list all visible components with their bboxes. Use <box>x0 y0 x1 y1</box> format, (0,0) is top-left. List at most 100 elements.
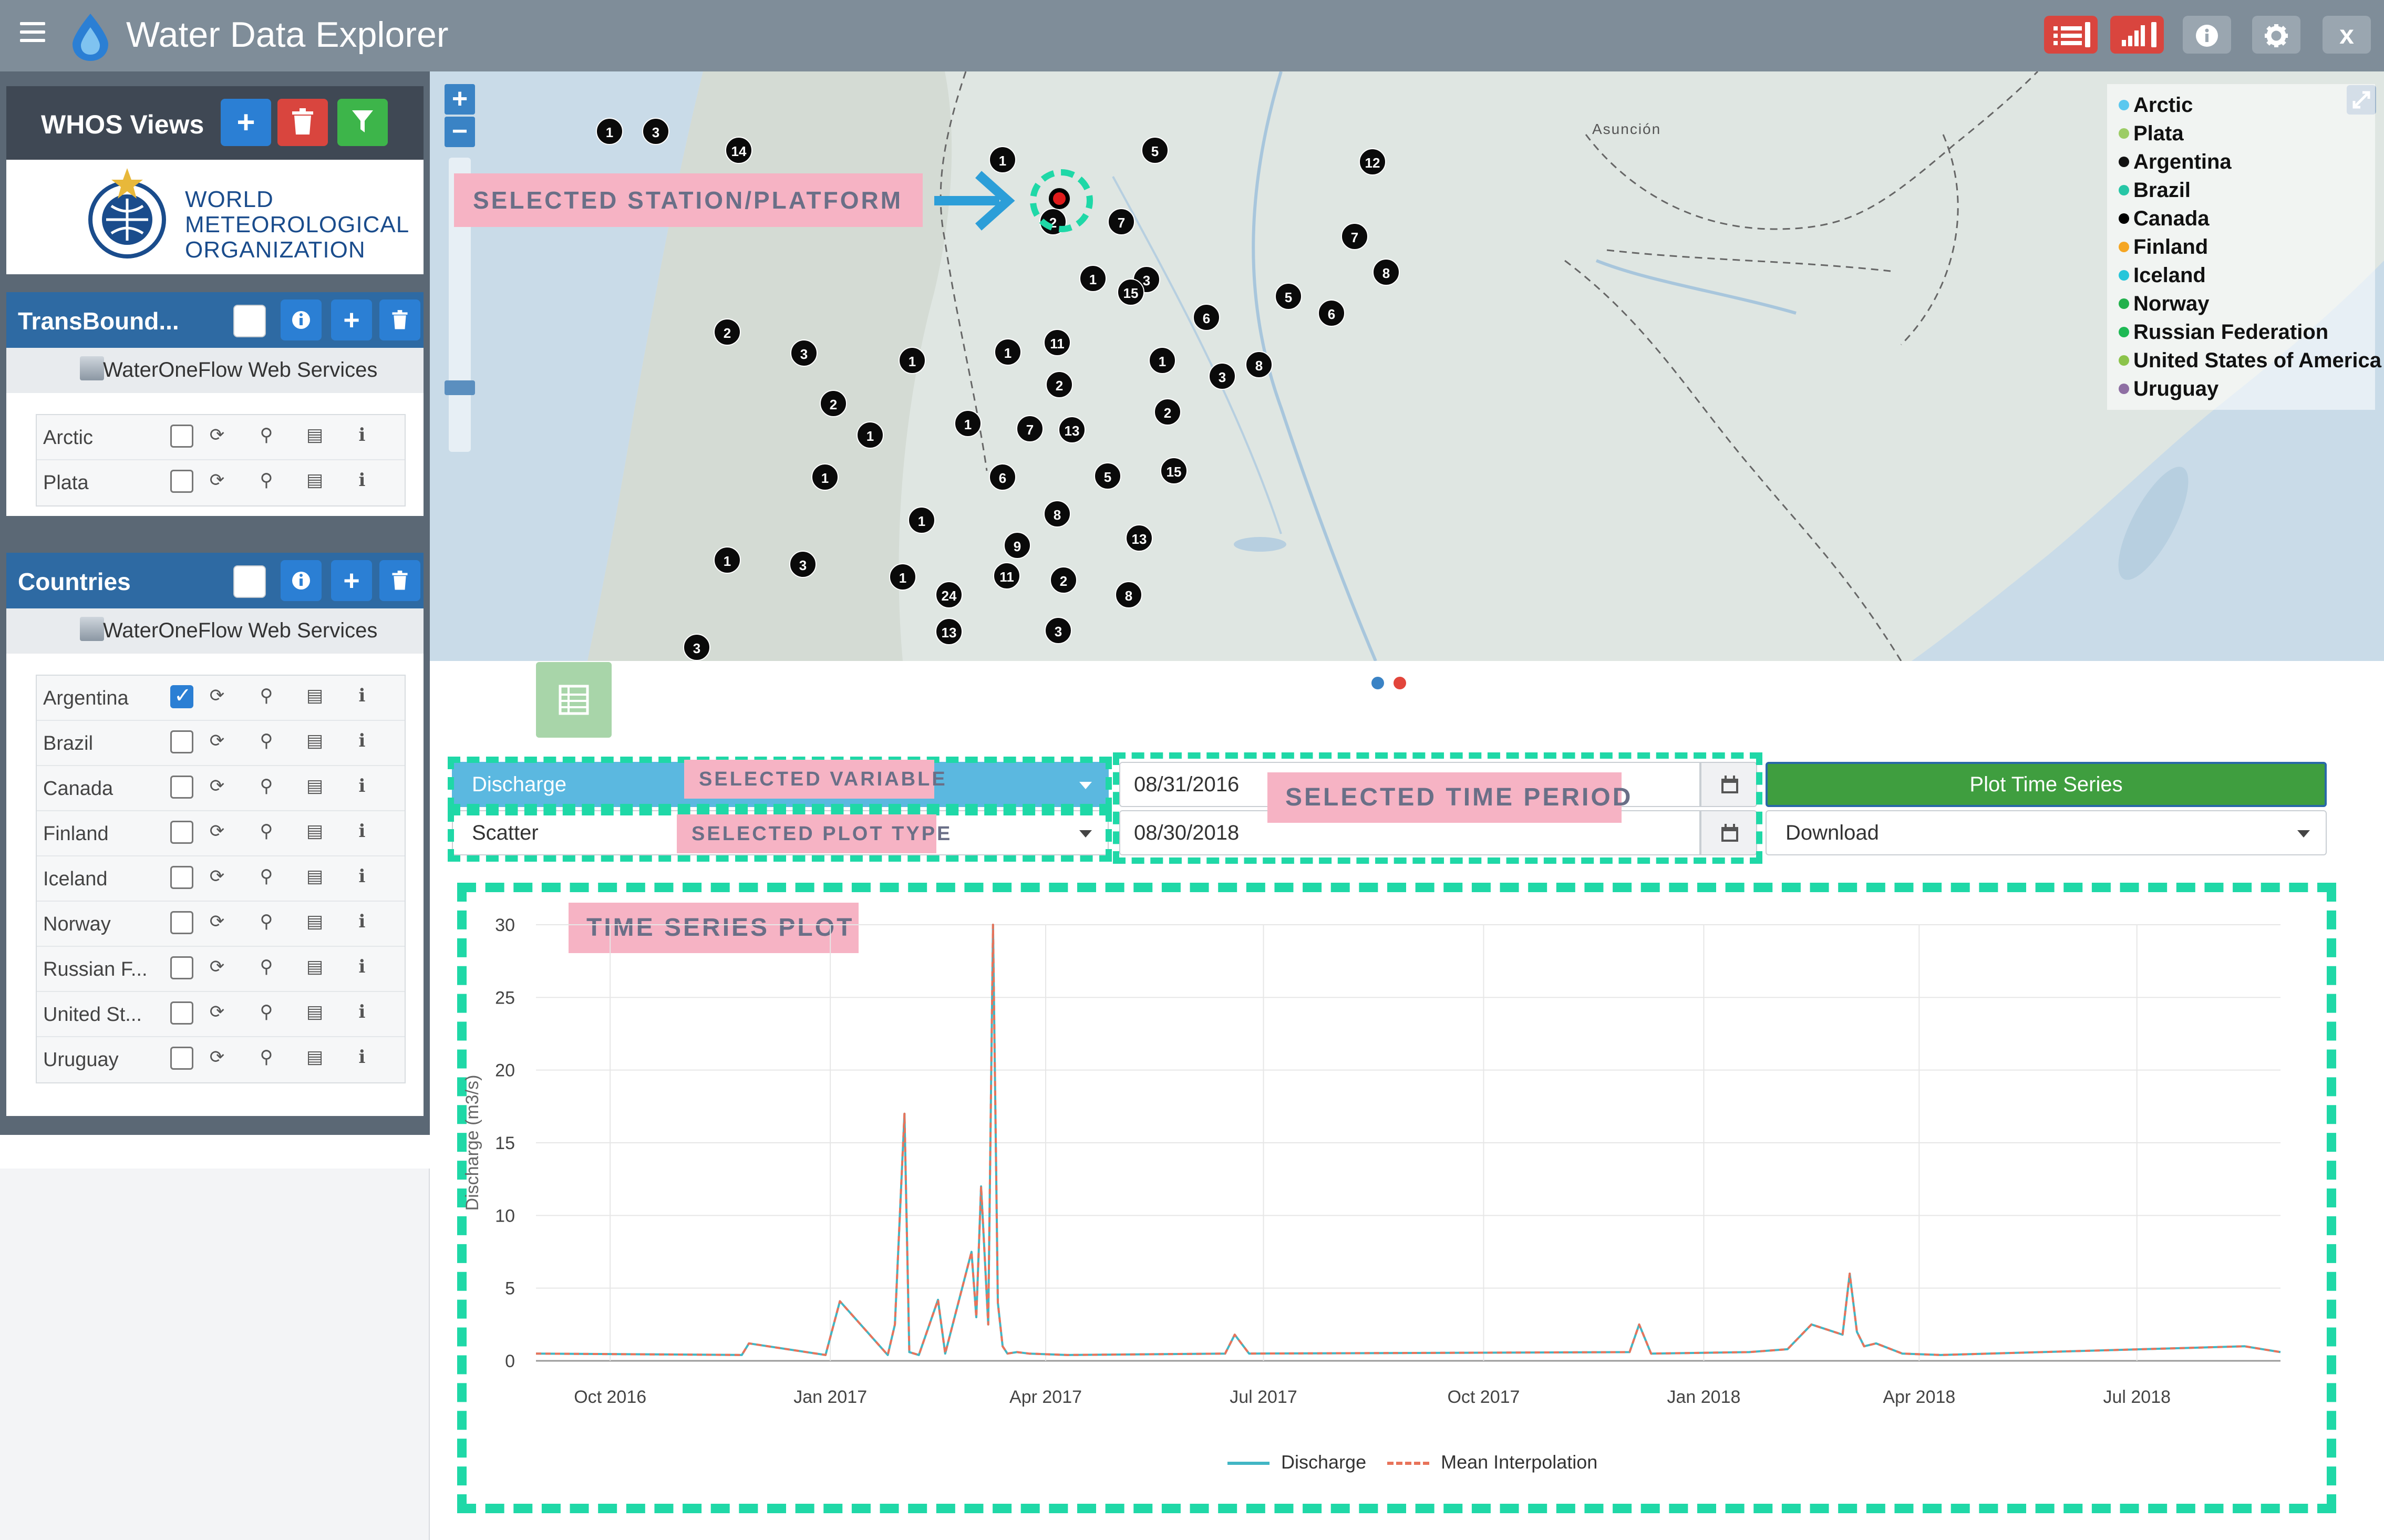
service-checkbox[interactable] <box>170 684 193 708</box>
carousel-indicator-1[interactable] <box>1371 677 1384 689</box>
station-marker[interactable]: 1 <box>856 421 884 449</box>
map-pin-icon[interactable]: ⚲ <box>256 1001 276 1022</box>
map-view[interactable]: Asunción + − 131411512227311557866231111… <box>430 71 2384 661</box>
station-marker[interactable]: 8 <box>1115 581 1142 608</box>
service-checkbox[interactable] <box>170 776 193 799</box>
station-marker[interactable]: 3 <box>789 551 817 578</box>
table-icon[interactable]: ▤ <box>305 956 325 977</box>
station-marker[interactable]: 24 <box>935 581 963 608</box>
legend-item[interactable]: Russian Federation <box>2107 315 2375 344</box>
service-row[interactable]: Norway ⟳ ⚲ ▤ ℹ <box>37 902 405 947</box>
map-pin-icon[interactable]: ⚲ <box>256 866 276 887</box>
map-pin-icon[interactable]: ⚲ <box>256 730 276 751</box>
station-marker[interactable]: 11 <box>993 562 1020 590</box>
service-checkbox[interactable] <box>170 470 193 493</box>
info-icon[interactable]: ℹ <box>352 821 372 842</box>
group-add-button[interactable]: + <box>331 560 372 601</box>
station-marker[interactable]: 1 <box>954 410 982 437</box>
station-marker[interactable]: 2 <box>714 318 741 346</box>
group-add-button[interactable]: + <box>331 299 372 340</box>
info-icon[interactable]: ℹ <box>352 911 372 932</box>
signal-chart-button[interactable] <box>2110 16 2164 54</box>
info-icon[interactable]: ℹ <box>352 776 372 797</box>
map-pin-icon[interactable]: ⚲ <box>256 470 276 491</box>
refresh-icon[interactable]: ⟳ <box>207 866 227 887</box>
refresh-icon[interactable]: ⟳ <box>207 470 227 491</box>
table-icon[interactable]: ▤ <box>305 776 325 797</box>
table-icon[interactable]: ▤ <box>305 730 325 751</box>
data-table-button[interactable] <box>536 662 612 738</box>
group-info-button[interactable] <box>281 299 322 340</box>
info-icon[interactable]: ℹ <box>352 1001 372 1022</box>
group-header-transboundary[interactable]: TransBound... + <box>6 292 424 348</box>
table-icon[interactable]: ▤ <box>305 866 325 887</box>
service-row[interactable]: Iceland ⟳ ⚲ ▤ ℹ <box>37 856 405 902</box>
station-marker[interactable]: 1 <box>1149 347 1176 374</box>
group-select-checkbox[interactable] <box>233 565 266 598</box>
service-checkbox[interactable] <box>170 821 193 844</box>
selected-station-marker[interactable] <box>1049 188 1070 209</box>
station-marker[interactable]: 12 <box>1359 148 1386 175</box>
map-pin-icon[interactable]: ⚲ <box>256 911 276 932</box>
zoom-out-button[interactable]: − <box>445 117 475 147</box>
info-icon[interactable]: ℹ <box>352 425 372 446</box>
station-marker[interactable]: 5 <box>1094 462 1121 490</box>
settings-button[interactable] <box>2252 16 2300 54</box>
station-marker[interactable]: 3 <box>1209 363 1236 390</box>
legend-item[interactable]: Finland <box>2107 230 2375 259</box>
service-checkbox[interactable] <box>170 1047 193 1070</box>
service-checkbox[interactable] <box>170 956 193 979</box>
group-info-button[interactable] <box>281 560 322 601</box>
service-checkbox[interactable] <box>170 425 193 448</box>
station-marker[interactable]: 2 <box>1050 566 1077 594</box>
info-icon[interactable]: ℹ <box>352 685 372 706</box>
service-checkbox[interactable] <box>170 866 193 889</box>
legend-item[interactable]: Uruguay <box>2107 372 2375 400</box>
refresh-icon[interactable]: ⟳ <box>207 425 227 446</box>
service-row[interactable]: Plata ⟳ ⚲ ▤ ℹ <box>37 460 405 505</box>
service-row[interactable]: United St... ⟳ ⚲ ▤ ℹ <box>37 992 405 1037</box>
info-icon[interactable]: ℹ <box>352 956 372 977</box>
station-marker[interactable]: 7 <box>1108 208 1135 235</box>
service-row[interactable]: Uruguay ⟳ ⚲ ▤ ℹ <box>37 1037 405 1082</box>
refresh-icon[interactable]: ⟳ <box>207 685 227 706</box>
service-checkbox[interactable] <box>170 1001 193 1025</box>
legend-item[interactable]: United States of America <box>2107 344 2381 372</box>
group-header-countries[interactable]: Countries + <box>6 553 424 608</box>
refresh-icon[interactable]: ⟳ <box>207 776 227 797</box>
station-marker[interactable]: 8 <box>1245 351 1273 378</box>
legend-item[interactable]: Iceland <box>2107 259 2375 287</box>
group-delete-button[interactable] <box>379 299 420 340</box>
info-icon[interactable]: ℹ <box>352 730 372 751</box>
table-icon[interactable]: ▤ <box>305 1047 325 1068</box>
refresh-icon[interactable]: ⟳ <box>207 956 227 977</box>
legend-item[interactable]: Canada <box>2107 202 2375 230</box>
map-pin-icon[interactable]: ⚲ <box>256 425 276 446</box>
list-view-button[interactable] <box>2044 16 2098 54</box>
table-icon[interactable]: ▤ <box>305 1001 325 1022</box>
carousel-indicator-2[interactable] <box>1394 677 1406 689</box>
station-marker[interactable]: 1 <box>889 563 916 591</box>
service-row[interactable]: Finland ⟳ ⚲ ▤ ℹ <box>37 811 405 856</box>
station-marker[interactable]: 2 <box>1154 398 1181 426</box>
map-pin-icon[interactable]: ⚲ <box>256 1047 276 1068</box>
info-icon[interactable]: ℹ <box>352 470 372 491</box>
table-icon[interactable]: ▤ <box>305 425 325 446</box>
map-pin-icon[interactable]: ⚲ <box>256 821 276 842</box>
time-series-chart[interactable]: 0 5 10 15 20 25 30 Oct 2016 Jan 2017 Apr 2017 Jul … <box>462 904 2312 1492</box>
station-marker[interactable]: 1 <box>908 507 935 534</box>
station-marker[interactable]: 7 <box>1016 415 1044 442</box>
station-marker[interactable]: 9 <box>1004 532 1031 559</box>
table-icon[interactable]: ▤ <box>305 685 325 706</box>
refresh-icon[interactable]: ⟳ <box>207 730 227 751</box>
legend-item[interactable]: Arctic <box>2107 88 2375 117</box>
info-icon[interactable]: ℹ <box>352 866 372 887</box>
service-checkbox[interactable] <box>170 911 193 934</box>
legend-item[interactable]: Argentina <box>2107 145 2375 173</box>
refresh-icon[interactable]: ⟳ <box>207 1001 227 1022</box>
station-marker[interactable]: 8 <box>1044 500 1071 528</box>
station-marker[interactable]: 13 <box>1058 416 1086 443</box>
table-icon[interactable]: ▤ <box>305 821 325 842</box>
map-pin-icon[interactable]: ⚲ <box>256 956 276 977</box>
station-marker[interactable]: 5 <box>1275 283 1302 310</box>
